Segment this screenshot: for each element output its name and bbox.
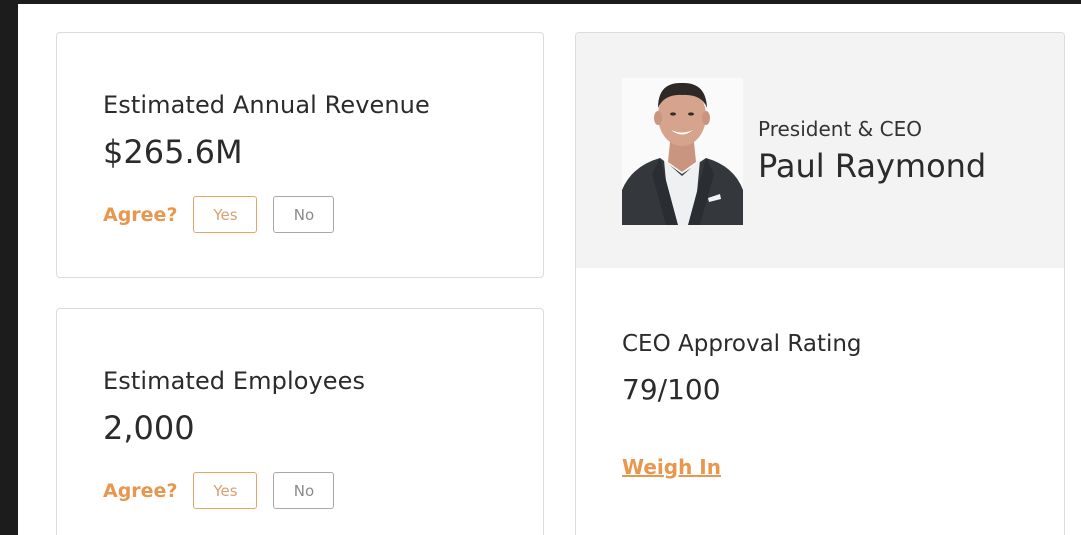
revenue-value: $265.6M bbox=[103, 133, 243, 171]
employees-value: 2,000 bbox=[103, 409, 195, 447]
ceo-name: Paul Raymond bbox=[758, 147, 987, 185]
employees-no-button[interactable]: No bbox=[273, 472, 335, 509]
ceo-card: President & CEO Paul Raymond CEO Approva… bbox=[575, 32, 1065, 535]
employees-label: Estimated Employees bbox=[103, 367, 366, 395]
ceo-header: President & CEO Paul Raymond bbox=[576, 33, 1064, 268]
ceo-portrait-image bbox=[622, 78, 743, 225]
employees-card: Estimated Employees 2,000 Agree? Yes No bbox=[56, 308, 544, 535]
revenue-agree-row: Agree? Yes No bbox=[103, 196, 335, 233]
ceo-photo bbox=[622, 78, 743, 225]
revenue-no-button[interactable]: No bbox=[273, 196, 335, 233]
page-frame: Estimated Annual Revenue $265.6M Agree? … bbox=[18, 4, 1081, 535]
revenue-card: Estimated Annual Revenue $265.6M Agree? … bbox=[56, 32, 544, 278]
ceo-title: President & CEO bbox=[758, 117, 922, 141]
ceo-approval-label: CEO Approval Rating bbox=[622, 331, 862, 357]
employees-agree-row: Agree? Yes No bbox=[103, 472, 335, 509]
weigh-in-link[interactable]: Weigh In bbox=[622, 455, 721, 479]
revenue-label: Estimated Annual Revenue bbox=[103, 91, 430, 119]
employees-yes-button[interactable]: Yes bbox=[193, 472, 258, 509]
revenue-agree-label: Agree? bbox=[103, 203, 178, 226]
ceo-approval-value: 79/100 bbox=[622, 373, 721, 406]
employees-agree-label: Agree? bbox=[103, 479, 178, 502]
revenue-yes-button[interactable]: Yes bbox=[193, 196, 258, 233]
